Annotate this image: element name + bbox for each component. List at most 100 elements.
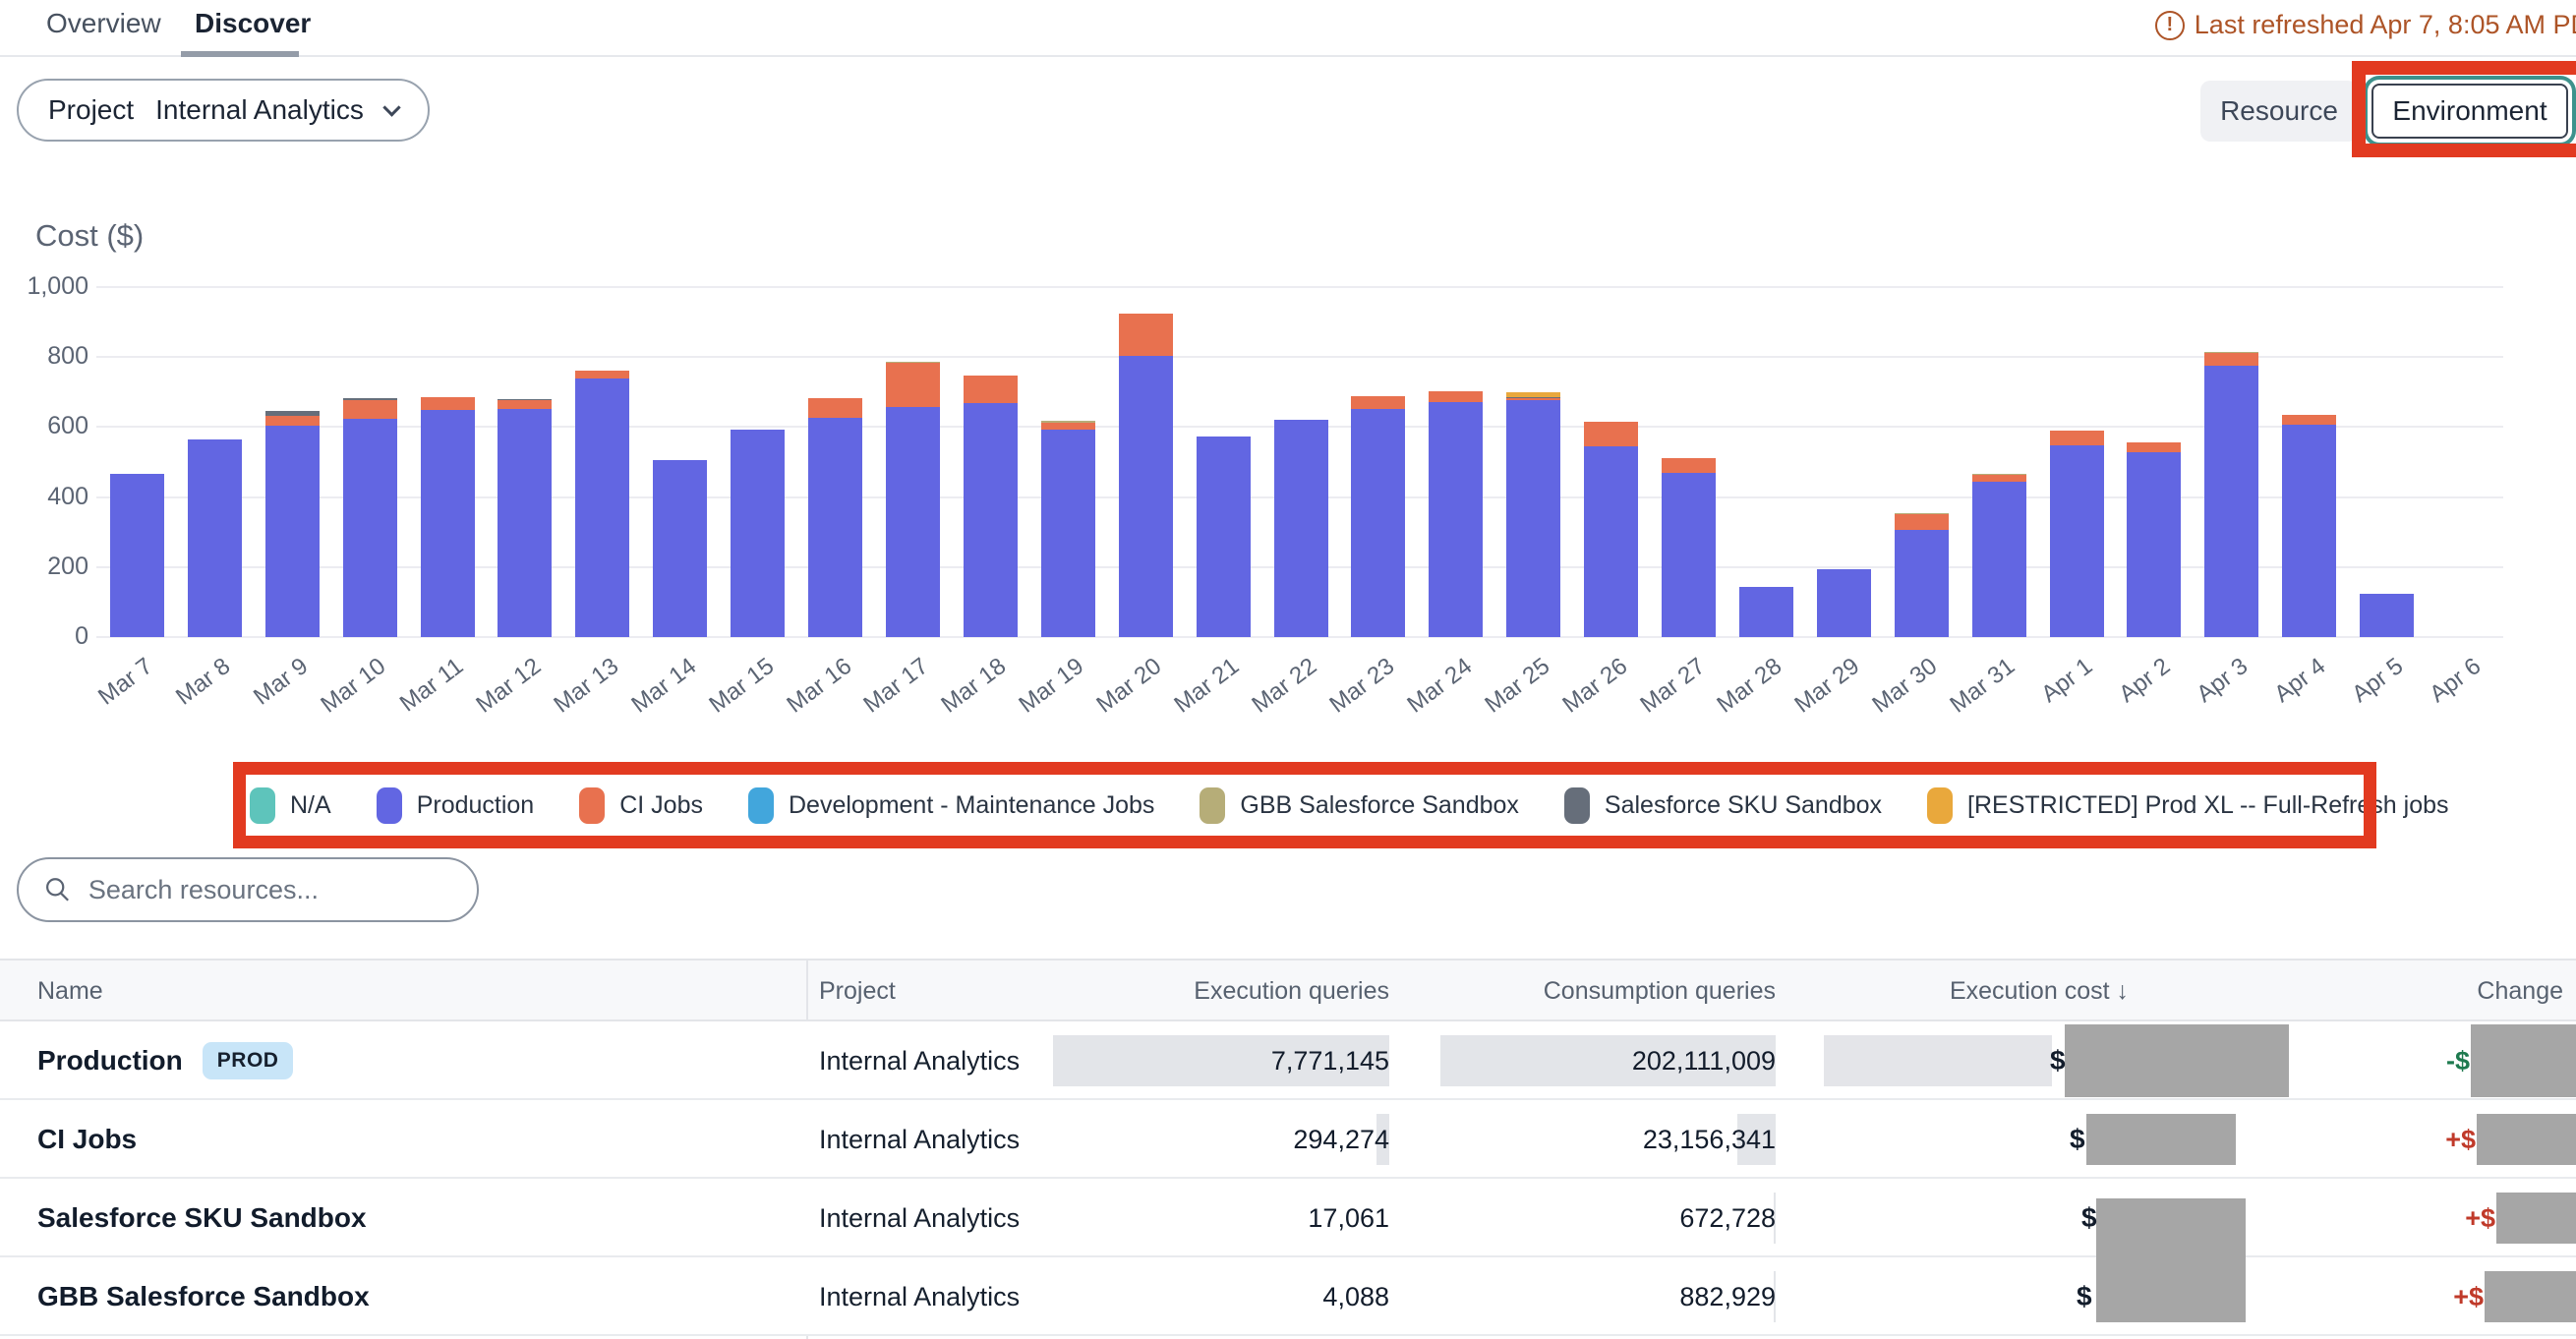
table-row[interactable]: ProductionPRODInternal Analytics7,771,14… [0, 1021, 2576, 1100]
x-axis-tick-label: Mar 25 [1413, 653, 1555, 770]
bar-segment[interactable] [265, 426, 320, 637]
bar-segment[interactable] [575, 371, 629, 378]
bar-segment[interactable] [498, 400, 552, 409]
bar-segment[interactable] [964, 403, 1018, 637]
resource-name[interactable]: ProductionPROD [37, 1021, 293, 1100]
bar-segment[interactable] [1895, 530, 1949, 637]
bar-segment[interactable] [886, 407, 940, 637]
bar-segment[interactable] [1662, 473, 1716, 637]
resource-name-text: GBB Salesforce Sandbox [37, 1281, 370, 1312]
bar-segment[interactable] [1739, 587, 1793, 637]
resource-name[interactable]: CI Jobs [37, 1100, 137, 1179]
bar-segment[interactable] [1351, 409, 1405, 637]
chevron-down-icon [382, 98, 400, 116]
sort-descending-icon[interactable]: ↓ [2117, 977, 2130, 1005]
resource-toggle-button[interactable]: Resource [2200, 81, 2358, 142]
bar-segment[interactable] [2360, 594, 2414, 638]
x-axis-tick-label: Apr 3 [2111, 653, 2254, 770]
bar-segment[interactable] [1041, 423, 1095, 430]
bar-segment[interactable] [1041, 421, 1095, 423]
col-header-execution-queries[interactable]: Execution queries [1082, 977, 1389, 1006]
bar-segment[interactable] [2127, 442, 2181, 452]
bar-segment[interactable] [265, 416, 320, 426]
bar-segment[interactable] [110, 474, 164, 637]
legend-item[interactable]: Production [377, 787, 535, 824]
bar-segment[interactable] [1506, 398, 1560, 400]
bar-segment[interactable] [188, 439, 242, 637]
col-header-project[interactable]: Project [819, 977, 896, 1006]
col-header-change[interactable]: Change [2360, 977, 2563, 1006]
bar-segment[interactable] [1429, 391, 1483, 402]
tab-discover[interactable]: Discover [195, 8, 311, 39]
bar-segment[interactable] [2050, 431, 2104, 445]
top-tab-bar: Overview Discover ! Last refreshed Apr 7… [0, 0, 2576, 57]
search-resources-box[interactable] [17, 857, 479, 922]
bar-segment[interactable] [343, 398, 397, 400]
project-filter-dropdown[interactable]: Project Internal Analytics [17, 79, 430, 142]
resource-name[interactable]: Salesforce SKU Sandbox [37, 1179, 367, 1257]
bar-segment[interactable] [964, 376, 1018, 403]
bar-segment[interactable] [1895, 514, 1949, 530]
bar-segment[interactable] [1972, 482, 2026, 637]
bar-segment[interactable] [808, 418, 862, 637]
legend-item[interactable]: N/A [250, 787, 331, 824]
bar-segment[interactable] [1119, 356, 1173, 637]
bar-segment[interactable] [343, 419, 397, 638]
x-axis-tick-label: Mar 31 [1878, 653, 2020, 770]
environment-toggle-button[interactable]: Environment [2371, 84, 2568, 139]
bar-segment[interactable] [1041, 430, 1095, 637]
bar-segment[interactable] [808, 398, 862, 418]
table-row[interactable]: CI JobsInternal Analytics294,27423,156,3… [0, 1100, 2576, 1179]
bar-segment[interactable] [2204, 353, 2258, 367]
bar-segment[interactable] [653, 460, 707, 637]
bar-segment[interactable] [265, 411, 320, 415]
col-header-execution-cost[interactable]: Execution cost ↓ [1898, 977, 2129, 1006]
legend-item[interactable]: GBB Salesforce Sandbox [1200, 787, 1519, 824]
col-header-name[interactable]: Name [37, 977, 103, 1006]
bar-segment[interactable] [1119, 314, 1173, 356]
bar-segment[interactable] [1506, 392, 1560, 397]
bar-segment[interactable] [498, 409, 552, 637]
legend-item[interactable]: [RESTRICTED] Prod XL -- Full-Refresh job… [1927, 787, 2448, 824]
bar-segment[interactable] [886, 362, 940, 363]
bar-segment[interactable] [1506, 400, 1560, 637]
bar-segment[interactable] [2282, 415, 2336, 424]
bar-segment[interactable] [1662, 458, 1716, 473]
bar-segment[interactable] [2204, 366, 2258, 637]
resource-name[interactable]: GBB Salesforce Sandbox [37, 1257, 370, 1336]
bar-segment[interactable] [2204, 352, 2258, 353]
chart-plot: 02004006008001,000Mar 7Mar 8Mar 9Mar 10M… [98, 287, 2503, 637]
bar-segment[interactable] [1972, 474, 2026, 475]
bar-segment[interactable] [1274, 420, 1328, 637]
change-cell: +$ [2387, 1179, 2495, 1257]
bar-segment[interactable] [2282, 425, 2336, 637]
search-input[interactable] [88, 875, 465, 905]
legend-label: [RESTRICTED] Prod XL -- Full-Refresh job… [1967, 791, 2448, 820]
project-cell: Internal Analytics [819, 1021, 1020, 1100]
bar-segment[interactable] [2050, 445, 2104, 637]
bar-segment[interactable] [1895, 513, 1949, 514]
bar-segment[interactable] [1584, 422, 1638, 446]
bar-segment[interactable] [421, 397, 475, 411]
col-header-consumption-queries[interactable]: Consumption queries [1475, 977, 1776, 1006]
bar-segment[interactable] [1817, 569, 1871, 637]
bar-segment[interactable] [421, 410, 475, 637]
bar-segment[interactable] [731, 430, 785, 637]
bar-segment[interactable] [498, 399, 552, 400]
bar-segment[interactable] [2127, 452, 2181, 637]
x-axis-tick-label: Apr 1 [1956, 653, 2098, 770]
bar-segment[interactable] [1584, 446, 1638, 637]
tab-overview[interactable]: Overview [46, 8, 161, 39]
legend-item[interactable]: Salesforce SKU Sandbox [1564, 787, 1882, 824]
table-row[interactable]: Salesforce SKU SandboxInternal Analytics… [0, 1179, 2576, 1257]
bar-segment[interactable] [343, 400, 397, 419]
bar-segment[interactable] [575, 378, 629, 637]
legend-item[interactable]: CI Jobs [579, 787, 703, 824]
bar-segment[interactable] [1972, 475, 2026, 482]
bar-segment[interactable] [1429, 402, 1483, 637]
bar-segment[interactable] [886, 363, 940, 407]
bar-segment[interactable] [1197, 437, 1251, 637]
bar-segment[interactable] [1506, 397, 1560, 398]
legend-item[interactable]: Development - Maintenance Jobs [748, 787, 1154, 824]
bar-segment[interactable] [1351, 396, 1405, 408]
